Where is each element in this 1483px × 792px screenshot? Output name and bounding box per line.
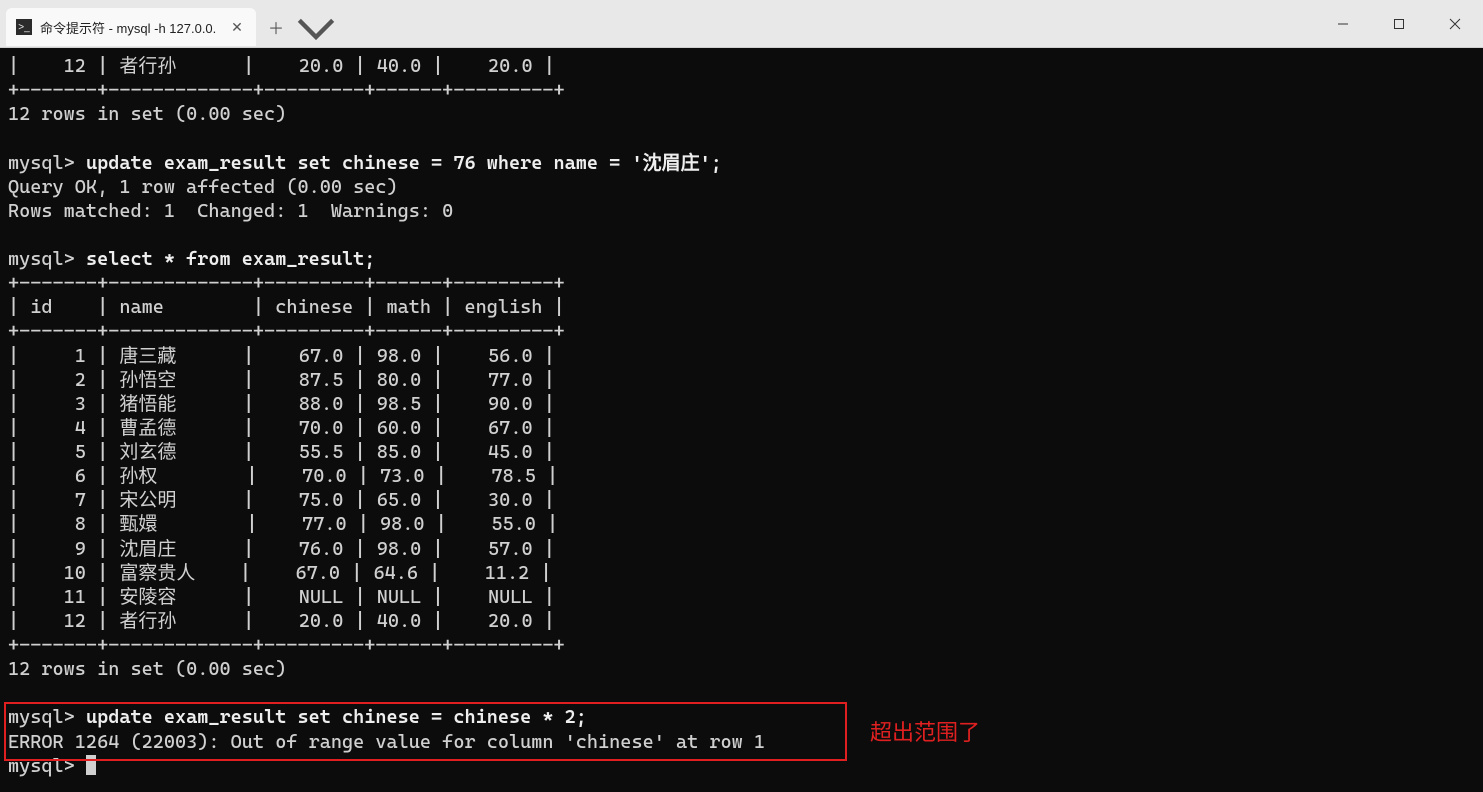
error-line: ERROR 1264 (22003): Out of range value f… xyxy=(8,731,765,753)
close-window-button[interactable] xyxy=(1427,0,1483,48)
prompt: mysql> xyxy=(8,248,86,270)
table-row: | 12 | 者行孙 | 20.0 | 40.0 | 20.0 | xyxy=(8,610,555,632)
sql-command: select * from exam_result; xyxy=(86,248,375,270)
sql-command: update exam_result set chinese = chinese… xyxy=(86,706,587,728)
table-row: | 10 | 富察贵人 | 67.0 | 64.6 | 11.2 | xyxy=(8,562,552,584)
status-text: 12 rows in set (0.00 sec) xyxy=(8,103,286,125)
chevron-down-icon xyxy=(296,7,336,47)
table-row: | 9 | 沈眉庄 | 76.0 | 98.0 | 57.0 | xyxy=(8,538,555,560)
table-row: | 7 | 宋公明 | 75.0 | 65.0 | 30.0 | xyxy=(8,489,555,511)
minimize-button[interactable] xyxy=(1315,0,1371,48)
table-row: | 4 | 曹孟德 | 70.0 | 60.0 | 67.0 | xyxy=(8,417,555,439)
result-line: Rows matched: 1 Changed: 1 Warnings: 0 xyxy=(8,200,453,222)
table-row: | 2 | 孙悟空 | 87.5 | 80.0 | 77.0 | xyxy=(8,369,555,391)
tab-active[interactable]: >_ 命令提示符 - mysql -h 127.0.0. ✕ xyxy=(6,8,256,46)
maximize-icon xyxy=(1393,18,1405,30)
tab-dropdown-button[interactable] xyxy=(296,8,336,46)
terminal-output[interactable]: | 12 | 者行孙 | 20.0 | 40.0 | 20.0 | +-----… xyxy=(0,48,1483,792)
close-tab-button[interactable]: ✕ xyxy=(228,18,246,36)
table-separator: +-------+-------------+---------+------+… xyxy=(8,634,565,656)
close-icon xyxy=(1449,18,1461,30)
annotation-label: 超出范围了 xyxy=(870,719,980,747)
result-line: Query OK, 1 row affected (0.00 sec) xyxy=(8,176,398,198)
table-header: | id | name | chinese | math | english | xyxy=(8,296,565,318)
table-row: | 3 | 猪悟能 | 88.0 | 98.5 | 90.0 | xyxy=(8,393,555,415)
tab-title: 命令提示符 - mysql -h 127.0.0. xyxy=(40,18,220,37)
maximize-button[interactable] xyxy=(1371,0,1427,48)
cmd-icon: >_ xyxy=(16,19,32,35)
cursor-icon xyxy=(86,755,96,775)
prompt: mysql> xyxy=(8,755,86,777)
prompt: mysql> xyxy=(8,152,86,174)
window-controls xyxy=(1315,0,1483,48)
table-row: | 8 | 甄嬛 | 77.0 | 98.0 | 55.0 | xyxy=(8,513,558,535)
minimize-icon xyxy=(1337,18,1349,30)
table-row: | 12 | 者行孙 | 20.0 | 40.0 | 20.0 | xyxy=(8,55,555,77)
prompt: mysql> xyxy=(8,706,86,728)
status-text: 12 rows in set (0.00 sec) xyxy=(8,658,286,680)
table-separator: +-------+-------------+---------+------+… xyxy=(8,272,565,294)
table-separator: +-------+-------------+---------+------+… xyxy=(8,79,565,101)
sql-command: update exam_result set chinese = 76 wher… xyxy=(86,152,722,174)
table-row: | 5 | 刘玄德 | 55.5 | 85.0 | 45.0 | xyxy=(8,441,555,463)
table-row: | 6 | 孙权 | 70.0 | 73.0 | 78.5 | xyxy=(8,465,558,487)
table-row: | 11 | 安陵容 | NULL | NULL | NULL | xyxy=(8,586,555,608)
table-separator: +-------+-------------+---------+------+… xyxy=(8,320,565,342)
table-row: | 1 | 唐三藏 | 67.0 | 98.0 | 56.0 | xyxy=(8,345,555,367)
window-titlebar: >_ 命令提示符 - mysql -h 127.0.0. ✕ ＋ xyxy=(0,0,1483,48)
new-tab-button[interactable]: ＋ xyxy=(256,8,296,46)
